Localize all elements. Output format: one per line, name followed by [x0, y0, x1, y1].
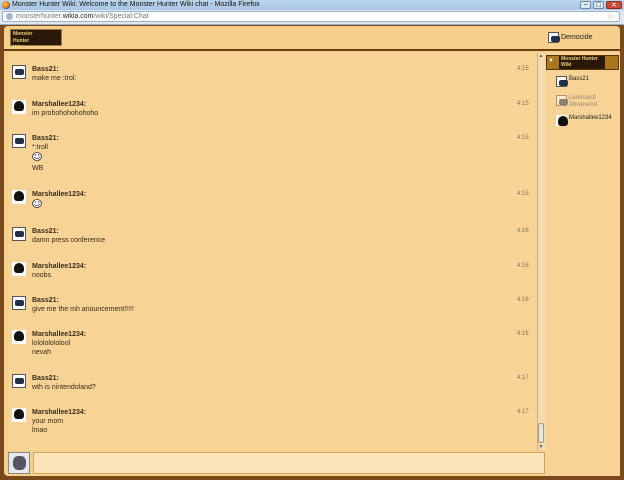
- room-logo: Monster Hunter Wiki: [559, 56, 605, 69]
- current-user-avatar[interactable]: [548, 32, 560, 43]
- user-avatar[interactable]: [12, 408, 26, 422]
- message-author[interactable]: Marshallee1234:: [32, 100, 86, 109]
- user-avatar[interactable]: [12, 330, 26, 344]
- user-avatar[interactable]: [12, 296, 26, 310]
- user-name: Leonhardt Abwesend: [569, 95, 598, 108]
- maximize-button[interactable]: □: [593, 1, 604, 9]
- message-time: 4:16: [517, 297, 529, 303]
- current-user-name[interactable]: Democide: [561, 32, 593, 43]
- user-name: Bass21: [569, 76, 590, 82]
- scroll-down-arrow-icon[interactable]: ▼: [538, 444, 544, 450]
- user-avatar[interactable]: [12, 65, 26, 79]
- message-text: your mom: [32, 418, 64, 425]
- troll-face-emoticon: [32, 152, 42, 161]
- message-text: make me :trol:: [32, 75, 77, 82]
- address-url: monsterhunter.wikia.com/wiki/Special:Cha…: [16, 13, 149, 20]
- wiki-logo[interactable]: Monster Hunter Wiki: [10, 29, 62, 51]
- navigation-bar: monsterhunter.wikia.com/wiki/Special:Cha…: [0, 10, 624, 25]
- message-text: *:troll: [32, 144, 48, 151]
- message-time: 4:15: [517, 66, 529, 72]
- user-list-item[interactable]: Bass21: [556, 76, 620, 92]
- user-list-item[interactable]: Leonhardt Abwesend: [556, 95, 620, 111]
- message-text: lolololololool: [32, 340, 71, 347]
- scrollbar-thumb[interactable]: [538, 423, 544, 443]
- message-author[interactable]: Marshallee1234:: [32, 408, 86, 417]
- troll-face-emoticon: [32, 199, 42, 208]
- firefox-icon: [2, 1, 10, 9]
- user-avatar[interactable]: [12, 100, 26, 114]
- message-author[interactable]: Bass21:: [32, 65, 59, 74]
- message-author[interactable]: Bass21:: [32, 134, 59, 143]
- user-avatar[interactable]: [12, 227, 26, 241]
- minimize-button[interactable]: −: [580, 1, 591, 9]
- address-bar[interactable]: monsterhunter.wikia.com/wiki/Special:Cha…: [2, 11, 620, 22]
- message-text: nevah: [32, 349, 52, 356]
- globe-icon: [6, 13, 13, 20]
- message-author[interactable]: Marshallee1234:: [32, 262, 86, 271]
- window-titlebar: Monster Hunter Wiki: Welcome to the Mons…: [0, 0, 624, 10]
- message-text: damn press conference: [32, 237, 106, 244]
- message-text: give me the mh anouncement!!!!!: [32, 306, 134, 313]
- chat-scrollbar[interactable]: [537, 53, 545, 450]
- close-button[interactable]: ✕: [606, 1, 622, 9]
- message-time: 4:17: [517, 409, 529, 415]
- message-time: 4:15: [517, 135, 529, 141]
- user-avatar[interactable]: [12, 134, 26, 148]
- scroll-up-arrow-icon[interactable]: ▲: [538, 53, 544, 59]
- message-text: WB: [32, 165, 44, 172]
- user-list-item[interactable]: Marshallee1234: [556, 115, 620, 131]
- message-time: 4:16: [517, 228, 529, 234]
- message-time: 4:16: [517, 331, 529, 337]
- message-text: lmao: [32, 427, 48, 434]
- window-title: Monster Hunter Wiki: Welcome to the Mons…: [12, 1, 260, 8]
- user-avatar[interactable]: [12, 190, 26, 204]
- message-text: wth is nintendoland?: [32, 384, 96, 391]
- message-author[interactable]: Marshallee1234:: [32, 330, 86, 339]
- user-avatar: [556, 76, 568, 87]
- message-text: noobs: [32, 272, 52, 279]
- message-author[interactable]: Bass21:: [32, 227, 59, 236]
- my-avatar: [8, 452, 30, 474]
- message-time: 4:15: [517, 101, 529, 107]
- user-avatar: [556, 95, 568, 106]
- message-time: 4:16: [517, 263, 529, 269]
- chat-header: [4, 26, 620, 51]
- message-time: 4:17: [517, 375, 529, 381]
- bookmark-star-icon[interactable]: ☆: [607, 12, 614, 22]
- chat-message-input[interactable]: [33, 452, 545, 474]
- user-name: Marshallee1234: [569, 115, 612, 121]
- user-avatar[interactable]: [12, 262, 26, 276]
- user-avatar[interactable]: [12, 374, 26, 388]
- message-author[interactable]: Bass21:: [32, 296, 59, 305]
- message-author[interactable]: Marshallee1234:: [32, 190, 86, 199]
- message-text: im prohohohohohoho: [32, 110, 99, 117]
- user-avatar: [556, 115, 568, 126]
- message-author[interactable]: Bass21:: [32, 374, 59, 383]
- collapse-arrow-icon[interactable]: ▼: [548, 58, 554, 64]
- message-time: 4:15: [517, 191, 529, 197]
